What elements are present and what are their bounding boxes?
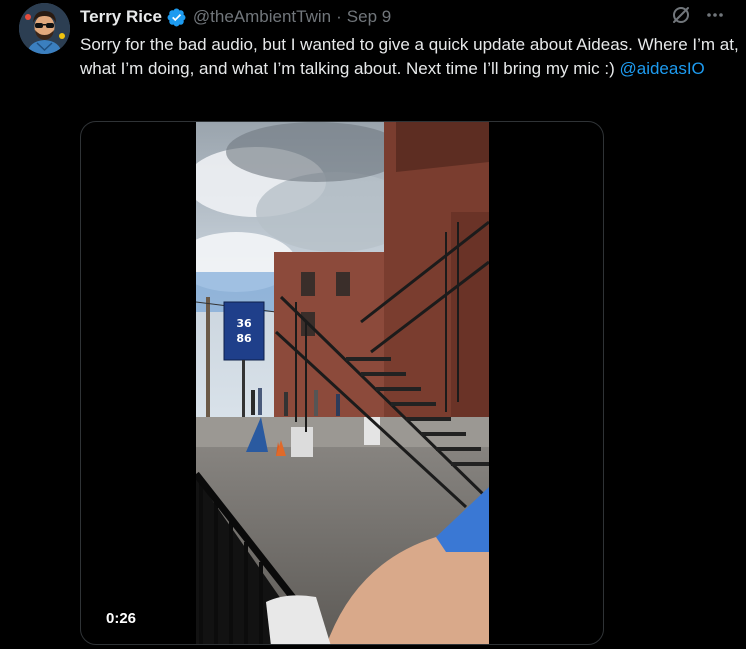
display-name[interactable]: Terry Rice — [80, 6, 162, 28]
tweet-text: Sorry for the bad audio, but I wanted to… — [80, 33, 740, 80]
banner-text: 36 — [236, 317, 252, 330]
video-duration-badge: 0:26 — [100, 607, 143, 631]
separator-dot: · — [336, 7, 342, 26]
tweet-header: Terry Rice @theAmbientTwin · Sep 9 — [80, 4, 391, 30]
tweet-top-actions — [670, 4, 726, 26]
video-player[interactable]: 36 86 0:26 — [80, 121, 604, 645]
more-options-icon[interactable] — [704, 4, 726, 26]
grok-icon[interactable] — [670, 4, 692, 26]
video-scene: 36 86 — [196, 122, 489, 644]
timestamp[interactable]: Sep 9 — [347, 6, 391, 28]
tweet[interactable]: Terry Rice @theAmbientTwin · Sep 9 Sorry… — [0, 0, 746, 649]
video-thumbnail[interactable]: 36 86 — [196, 122, 489, 644]
verified-badge-icon[interactable] — [166, 7, 187, 28]
avatar[interactable] — [19, 3, 70, 54]
svg-text:86: 86 — [236, 332, 252, 345]
mention-link[interactable]: @aideasIO — [619, 59, 704, 78]
author-handle[interactable]: @theAmbientTwin — [193, 6, 331, 28]
avatar-illustration — [19, 3, 70, 54]
